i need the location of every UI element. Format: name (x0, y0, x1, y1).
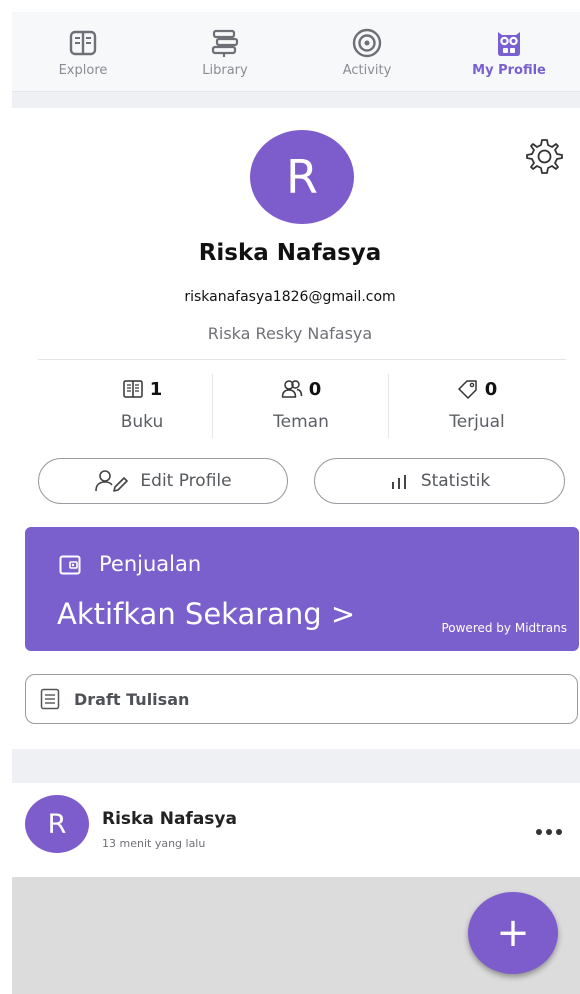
app-screen: Explore Library Activity My Profile R Ri… (12, 12, 580, 994)
stat-separator (212, 374, 213, 438)
nav-my-profile[interactable]: My Profile (438, 12, 580, 91)
book-icon (122, 380, 143, 398)
profile-name: Riska Nafasya (198, 240, 382, 266)
stat-value: 1 (149, 378, 163, 400)
nav-label-explore: Explore (58, 63, 108, 78)
bar-chart-icon (391, 475, 406, 489)
nav-label-activity: Activity (342, 63, 392, 78)
stat-value: 0 (484, 378, 498, 400)
statistik-button[interactable]: Statistik (314, 458, 565, 504)
profile-avatar[interactable]: R (250, 130, 354, 224)
post-author-avatar[interactable]: R (25, 795, 89, 853)
section-separator (12, 749, 580, 783)
stat-label: Terjual (449, 412, 505, 432)
stat-label: Teman (273, 412, 329, 432)
owl-icon (498, 32, 520, 56)
sales-label: Penjualan (99, 552, 202, 576)
section-separator (12, 92, 580, 108)
wallet-icon (59, 555, 81, 575)
edit-profile-label: Edit Profile (140, 471, 232, 491)
powered-by-text: Powered by Midtrans (441, 621, 567, 635)
document-icon (40, 688, 60, 710)
edit-user-icon (95, 470, 129, 492)
sales-card[interactable]: Penjualan Aktifkan Sekarang > Powered by… (25, 527, 579, 651)
more-options-icon[interactable] (536, 820, 570, 835)
divider (38, 359, 566, 360)
edit-profile-button[interactable]: Edit Profile (38, 458, 288, 504)
library-stack-icon (211, 29, 239, 57)
nav-library[interactable]: Library (154, 12, 296, 91)
friends-icon (281, 380, 302, 398)
stat-teman[interactable]: 0 Teman (216, 376, 386, 442)
stat-label: Buku (120, 412, 164, 432)
top-navigation: Explore Library Activity My Profile (12, 12, 580, 92)
book-open-icon (69, 30, 97, 56)
profile-email: riskanafasya1826@gmail.com (184, 289, 396, 305)
profile-full-name: Riska Resky Nafasya (207, 324, 373, 343)
tag-icon (457, 380, 477, 399)
draft-button[interactable]: Draft Tulisan (25, 674, 578, 724)
add-button[interactable]: + (468, 892, 558, 974)
stat-terjual[interactable]: 0 Terjual (392, 376, 562, 442)
nav-label-my-profile: My Profile (472, 63, 546, 78)
stat-value: 0 (308, 378, 322, 400)
post-author-name[interactable]: Riska Nafasya (102, 809, 237, 829)
sales-activate-link[interactable]: Aktifkan Sekarang > (57, 597, 355, 631)
statistik-label: Statistik (420, 471, 491, 491)
nav-label-library: Library (202, 63, 248, 78)
nav-explore[interactable]: Explore (12, 12, 154, 91)
stat-buku[interactable]: 1 Buku (57, 376, 227, 442)
target-icon (352, 28, 382, 58)
post-timestamp: 13 menit yang lalu (102, 837, 206, 850)
nav-activity[interactable]: Activity (296, 12, 438, 91)
gear-icon[interactable] (524, 136, 564, 176)
stat-separator (388, 374, 389, 438)
draft-label: Draft Tulisan (74, 689, 190, 709)
